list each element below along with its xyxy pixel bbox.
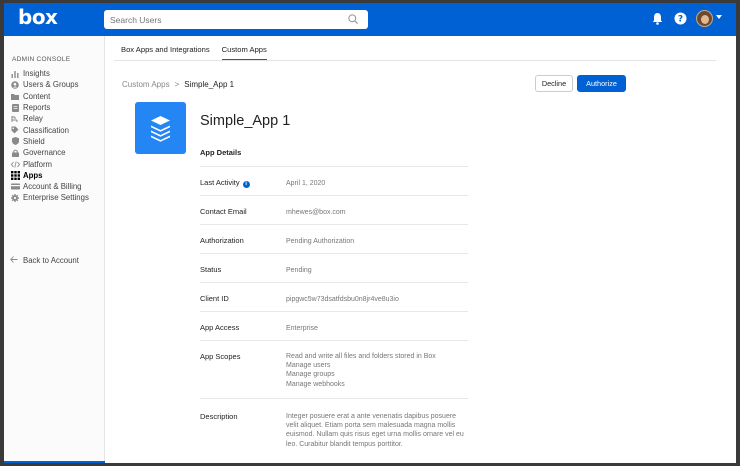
sidebar-bottom-accent [4,461,105,463]
info-icon[interactable]: i [242,181,250,188]
breadcrumb: Custom Apps > Simple_App 1 [122,80,234,89]
breadcrumb-current: Simple_App 1 [184,80,235,89]
detail-value: Pending [286,267,312,274]
insights-icon [10,70,20,78]
sidebar-item-shield[interactable]: Shield [10,136,89,147]
sidebar-item-label: Platform [23,159,53,169]
tab-custom-apps[interactable]: Custom Apps [221,41,267,61]
detail-row-app-access: App Access Enterprise [200,311,468,340]
detail-value: pipgwc5w73dsatfdsbu0n8jr4ve8u3io [286,296,399,303]
detail-value: Enterprise [286,325,318,332]
app-name-title: Simple_App 1 [200,113,291,129]
decline-button[interactable]: Decline [535,75,573,92]
detail-label: Contact Email [200,207,247,216]
scope-item: Read and write all files and folders sto… [286,353,436,360]
sidebar-item-apps[interactable]: Apps [10,170,89,181]
last-activity-label: Last Activity [200,178,240,187]
sidebar-item-classification[interactable]: Classification [10,124,89,135]
relay-icon [10,115,20,123]
card-icon [10,183,20,190]
sidebar-item-label: Insights [23,69,50,79]
svg-text:?: ? [678,15,683,25]
sidebar-item-label: Relay [23,114,43,124]
scope-item: Manage users [286,362,331,370]
arrow-left-icon [10,256,20,265]
avatar[interactable] [696,10,713,27]
sidebar-item-relay[interactable]: Relay [10,113,89,124]
gear-icon [10,193,20,202]
tab-bar: Box Apps and Integrations Custom Apps [121,41,279,61]
detail-label: Description [200,412,238,421]
chevron-down-icon[interactable] [716,15,722,19]
sidebar-item-platform[interactable]: Platform [10,158,89,169]
stacked-layers-icon [151,116,170,142]
sidebar-item-label: Users & Groups [23,80,79,90]
detail-label: App Access [200,323,240,332]
sidebar-item-reports[interactable]: Reports [10,102,89,113]
detail-row-last-activity: Last Activity i April 1, 2020 [200,166,468,195]
detail-value: mhewes@box.com [286,209,346,216]
avatar-face [701,15,709,24]
app-icon [135,102,186,154]
tag-icon [10,126,20,134]
detail-value: Integer posuere erat a ante venenatis da… [286,413,464,448]
sidebar-item-label: Reports [23,103,51,113]
sidebar-item-label: Apps [23,170,43,180]
sidebar-item-label: Enterprise Settings [23,193,89,203]
detail-row-app-scopes: App Scopes Read and write all files and … [200,340,468,398]
authorize-button[interactable]: Authorize [577,75,626,92]
sidebar-item-governance[interactable]: Governance [10,147,89,158]
back-to-account-label: Back to Account [23,256,79,265]
detail-value: April 1, 2020 [286,180,326,187]
code-icon [10,160,20,168]
breadcrumb-parent[interactable]: Custom Apps [122,80,170,89]
sidebar-item-enterprise-settings[interactable]: Enterprise Settings [10,192,89,203]
detail-label: Status [200,265,222,274]
scope-item: Manage groups [286,371,335,379]
detail-row-authorization: Authorization Pending Authorization [200,224,468,253]
search-input[interactable] [104,10,334,30]
detail-value: Pending Authorization [286,238,355,245]
reports-icon [10,103,20,112]
users-icon [10,81,20,89]
search-box[interactable] [104,10,368,30]
detail-row-contact-email: Contact Email mhewes@box.com [200,195,468,224]
top-bar: box ? [4,3,736,36]
scope-item: Manage webhooks [286,380,345,388]
detail-label: Last Activity i [200,178,250,188]
sidebar-item-content[interactable]: Content [10,91,89,102]
sidebar-nav: Insights Users & Groups Content Reports [10,68,89,204]
detail-label: App Scopes [200,352,241,361]
breadcrumb-separator: > [174,80,180,89]
grid-icon [10,170,20,180]
shield-icon [10,137,20,146]
box-logo[interactable]: box [18,5,58,29]
search-icon[interactable] [347,13,360,26]
folder-icon [10,93,20,100]
sidebar-item-label: Governance [23,148,66,158]
sidebar-item-insights[interactable]: Insights [10,68,89,79]
app-details-heading: App Details [200,148,242,157]
detail-row-client-id: Client ID pipgwc5w73dsatfdsbu0n8jr4ve8u3… [200,282,468,311]
detail-row-status: Status Pending [200,253,468,282]
sidebar: ADMIN CONSOLE Insights Users & Groups Co… [4,36,105,463]
lock-icon [10,149,20,157]
sidebar-item-account-billing[interactable]: Account & Billing [10,181,89,192]
detail-row-description: Description Integer posuere erat a ante … [200,398,468,458]
bell-icon[interactable] [652,12,663,25]
back-to-account-link[interactable]: Back to Account [10,256,79,265]
detail-label: Authorization [200,236,244,245]
app-window: box ? ADMIN CONSOLE Insights [4,3,736,463]
sidebar-item-label: Content [23,91,51,101]
sidebar-item-label: Account & Billing [23,182,82,192]
sidebar-item-users-groups[interactable]: Users & Groups [10,79,89,90]
tab-divider [114,60,716,61]
sidebar-title: ADMIN CONSOLE [12,56,71,63]
tab-box-apps-integrations[interactable]: Box Apps and Integrations [121,41,210,61]
help-icon[interactable]: ? [674,12,687,25]
detail-label: Client ID [200,294,229,303]
sidebar-item-label: Classification [23,125,69,135]
sidebar-item-label: Shield [23,136,45,146]
detail-value: Read and write all files and folders sto… [286,352,468,389]
